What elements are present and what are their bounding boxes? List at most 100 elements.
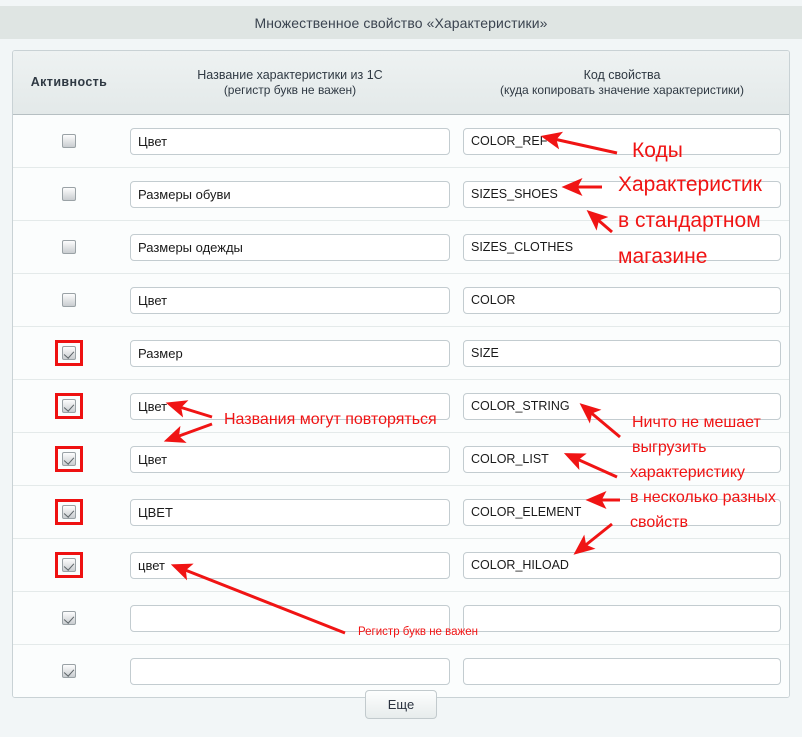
table-row [13, 168, 789, 221]
cell-active [13, 126, 125, 156]
cell-code [455, 340, 789, 367]
cell-active [13, 391, 125, 421]
active-checkbox-highlighted[interactable] [54, 444, 84, 474]
table-row [13, 539, 789, 592]
characteristic-name-input[interactable] [130, 181, 450, 208]
active-checkbox-highlighted[interactable] [54, 338, 84, 368]
active-checkbox-wrap[interactable] [54, 232, 84, 262]
cell-active [13, 232, 125, 262]
property-code-input[interactable] [463, 340, 781, 367]
column-header-active-label: Активность [31, 75, 108, 89]
characteristic-name-input[interactable] [130, 287, 450, 314]
characteristic-name-input[interactable] [130, 128, 450, 155]
property-code-input[interactable] [463, 393, 781, 420]
characteristic-name-input[interactable] [130, 658, 450, 685]
cell-name [125, 393, 455, 420]
cell-code [455, 499, 789, 526]
cell-code [455, 446, 789, 473]
checkbox-checked-icon[interactable] [62, 611, 76, 625]
characteristic-name-input[interactable] [130, 552, 450, 579]
cell-code [455, 393, 789, 420]
property-code-input[interactable] [463, 234, 781, 261]
checkbox-checked-icon[interactable] [62, 399, 76, 413]
checkbox-unchecked-icon[interactable] [62, 134, 76, 148]
property-code-input[interactable] [463, 446, 781, 473]
column-header-name-sublabel: (регистр букв не важен) [197, 83, 382, 98]
cell-code [455, 605, 789, 632]
cell-active [13, 179, 125, 209]
column-header-active: Активность [13, 75, 125, 90]
property-code-input[interactable] [463, 605, 781, 632]
column-header-name-label: Название характеристики из 1С [197, 68, 382, 82]
property-code-input[interactable] [463, 287, 781, 314]
characteristic-name-input[interactable] [130, 393, 450, 420]
cell-code [455, 128, 789, 155]
cell-name [125, 552, 455, 579]
active-checkbox-highlighted[interactable] [54, 550, 84, 580]
table-row [13, 380, 789, 433]
table-row [13, 433, 789, 486]
cell-active [13, 285, 125, 315]
checkbox-unchecked-icon[interactable] [62, 187, 76, 201]
property-code-input[interactable] [463, 552, 781, 579]
column-header-code-sublabel: (куда копировать значение характеристики… [500, 83, 744, 98]
checkbox-unchecked-icon[interactable] [62, 240, 76, 254]
cell-name [125, 234, 455, 261]
characteristic-name-input[interactable] [130, 605, 450, 632]
cell-name [125, 128, 455, 155]
cell-code [455, 552, 789, 579]
table-row [13, 115, 789, 168]
cell-name [125, 605, 455, 632]
cell-name [125, 287, 455, 314]
cell-active [13, 550, 125, 580]
table-row [13, 221, 789, 274]
cell-name [125, 658, 455, 685]
active-checkbox-highlighted[interactable] [54, 391, 84, 421]
cell-name [125, 181, 455, 208]
page-title: Множественное свойство «Характеристики» [254, 15, 547, 31]
table-header-row: Активность Название характеристики из 1С… [13, 51, 789, 115]
property-code-input[interactable] [463, 181, 781, 208]
table-body [13, 115, 789, 697]
cell-name [125, 340, 455, 367]
characteristic-name-input[interactable] [130, 340, 450, 367]
column-header-name: Название характеристики из 1С (регистр б… [125, 68, 455, 98]
characteristic-name-input[interactable] [130, 234, 450, 261]
properties-table: Активность Название характеристики из 1С… [12, 50, 790, 698]
table-footer: Еще [12, 690, 790, 719]
table-row [13, 592, 789, 645]
active-checkbox-highlighted[interactable] [54, 497, 84, 527]
cell-name [125, 499, 455, 526]
checkbox-checked-icon[interactable] [62, 346, 76, 360]
property-code-input[interactable] [463, 499, 781, 526]
cell-code [455, 658, 789, 685]
active-checkbox-wrap[interactable] [54, 179, 84, 209]
property-code-input[interactable] [463, 128, 781, 155]
active-checkbox-wrap[interactable] [54, 656, 84, 686]
active-checkbox-wrap[interactable] [54, 603, 84, 633]
cell-active [13, 603, 125, 633]
cell-code [455, 287, 789, 314]
column-header-code-label: Код свойства [584, 68, 661, 82]
cell-name [125, 446, 455, 473]
cell-active [13, 497, 125, 527]
cell-active [13, 444, 125, 474]
checkbox-checked-icon[interactable] [62, 452, 76, 466]
column-header-code: Код свойства (куда копировать значение х… [455, 68, 789, 98]
cell-code [455, 234, 789, 261]
more-button[interactable]: Еще [365, 690, 437, 719]
cell-active [13, 656, 125, 686]
checkbox-unchecked-icon[interactable] [62, 293, 76, 307]
characteristic-name-input[interactable] [130, 499, 450, 526]
active-checkbox-wrap[interactable] [54, 285, 84, 315]
window-title-bar: Множественное свойство «Характеристики» [0, 6, 802, 39]
checkbox-checked-icon[interactable] [62, 505, 76, 519]
property-code-input[interactable] [463, 658, 781, 685]
cell-active [13, 338, 125, 368]
cell-code [455, 181, 789, 208]
checkbox-checked-icon[interactable] [62, 558, 76, 572]
table-row [13, 486, 789, 539]
characteristic-name-input[interactable] [130, 446, 450, 473]
active-checkbox-wrap[interactable] [54, 126, 84, 156]
checkbox-checked-icon[interactable] [62, 664, 76, 678]
